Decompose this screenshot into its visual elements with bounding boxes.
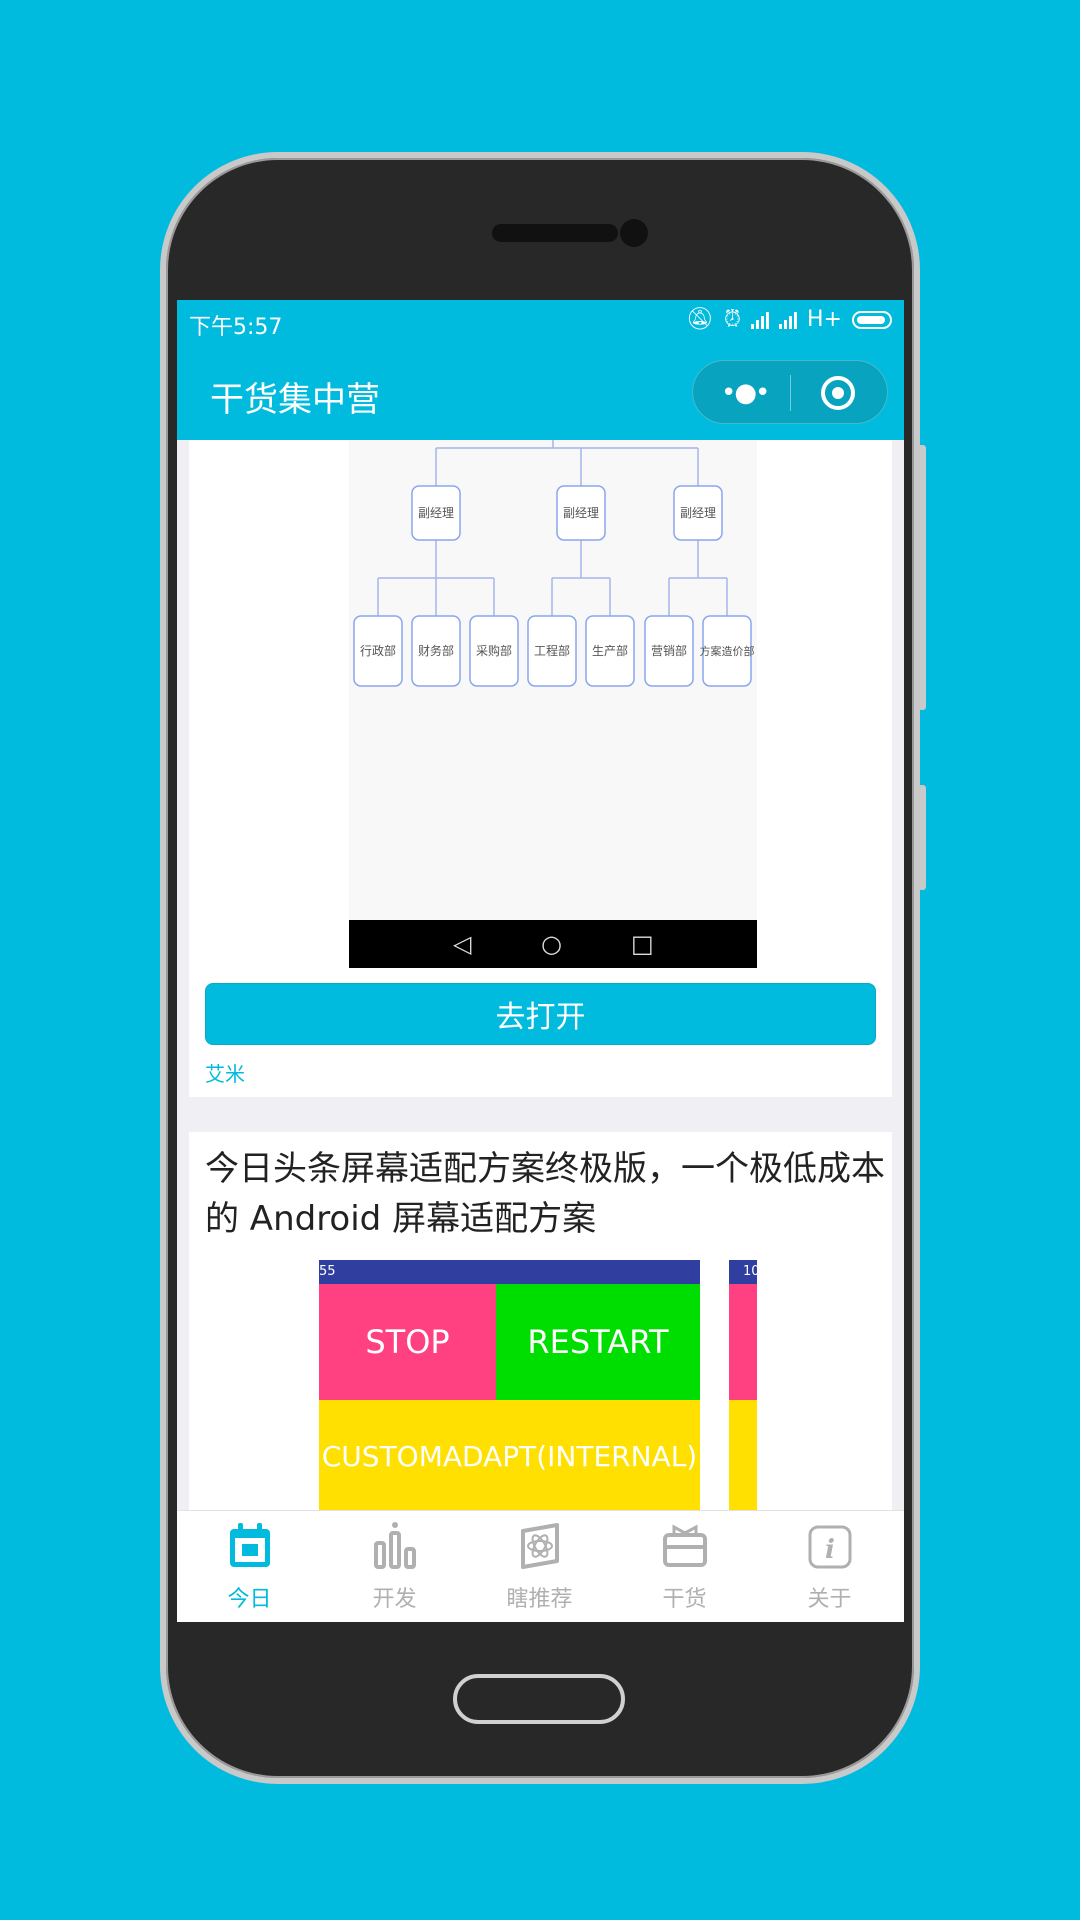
tab-about[interactable]: i 关于	[757, 1511, 902, 1622]
tab-label: 瞎推荐	[506, 1587, 573, 1612]
phone-screen: 下午5:57 🔕︎ ⏰︎ H+ 干货集中营 •●• 副经理 副经理 副经理 行政…	[177, 300, 904, 1622]
org-label: 生产部	[592, 643, 628, 658]
tab-label: 关于	[807, 1587, 852, 1612]
preview-status-time: 10	[743, 1264, 757, 1279]
tab-bar: 今日 开发 瞎推荐 干货 i 关于	[177, 1510, 904, 1622]
article-title[interactable]: 今日头条屏幕适配方案终极版，一个极低成本的 Android 屏幕适配方案	[205, 1144, 885, 1244]
tab-label: 开发	[372, 1587, 417, 1612]
home-circle-icon: ○	[541, 930, 562, 958]
battery-icon	[852, 310, 892, 329]
mute-icon: 🔕︎	[685, 307, 714, 332]
feed[interactable]: 副经理 副经理 副经理 行政部 财务部 采购部 工程部 生产部 营销部 方案造价…	[177, 440, 904, 1510]
org-label: 营销部	[651, 643, 687, 658]
gift-box-icon	[663, 1524, 707, 1567]
alarm-icon: ⏰︎	[723, 307, 742, 332]
status-time: 下午5:57	[189, 315, 283, 340]
article-card[interactable]: 副经理 副经理 副经理 行政部 财务部 采购部 工程部 生产部 营销部 方案造价…	[189, 440, 892, 1097]
nav-bar: 干货集中营 •●•	[177, 344, 904, 440]
org-label: 财务部	[418, 643, 454, 658]
org-label: 副经理	[680, 506, 716, 520]
capsule-divider	[790, 375, 791, 411]
network-type: H+	[807, 307, 842, 332]
tab-label: 今日	[227, 1587, 272, 1612]
back-icon: ◁	[453, 930, 472, 958]
signal-icon	[751, 311, 770, 329]
preview-status-bar: 10	[729, 1260, 757, 1284]
front-camera	[620, 219, 648, 247]
preview-block	[729, 1400, 757, 1510]
restart-button-preview: RESTART	[496, 1284, 700, 1400]
bar-chart-icon	[374, 1522, 416, 1569]
article-preview-image: 副经理 副经理 副经理 行政部 财务部 采购部 工程部 生产部 营销部 方案造价…	[349, 440, 757, 968]
customadapt-button-preview: CUSTOMADAPT(INTERNAL)	[319, 1400, 700, 1510]
power-button	[918, 785, 926, 890]
info-icon: i	[808, 1525, 852, 1569]
close-miniprogram-icon[interactable]	[821, 376, 855, 410]
tab-label: 干货	[662, 1587, 707, 1612]
org-label: 副经理	[418, 506, 454, 520]
volume-button	[918, 445, 926, 710]
org-label: 工程部	[534, 643, 570, 658]
article-card[interactable]: 今日头条屏幕适配方案终极版，一个极低成本的 Android 屏幕适配方案 55 …	[189, 1132, 892, 1510]
more-icon[interactable]: •●•	[721, 378, 770, 408]
home-button[interactable]	[453, 1674, 625, 1724]
status-bar: 下午5:57 🔕︎ ⏰︎ H+	[177, 300, 904, 344]
author-link[interactable]: 艾米	[205, 1058, 245, 1087]
article-preview-image: 10	[729, 1260, 757, 1510]
org-label: 采购部	[476, 643, 512, 658]
android-nav-bar: ◁ ○ □	[349, 920, 757, 968]
open-button[interactable]: 去打开	[205, 983, 876, 1045]
stop-button-preview: STOP	[319, 1284, 496, 1400]
calendar-icon	[230, 1523, 270, 1567]
tab-recommend[interactable]: 瞎推荐	[467, 1511, 612, 1622]
preview-block	[729, 1284, 757, 1400]
tab-goods[interactable]: 干货	[612, 1511, 757, 1622]
org-label: 行政部	[360, 643, 396, 658]
svg-text:i: i	[825, 1535, 835, 1565]
org-chart: 副经理 副经理 副经理 行政部 财务部 采购部 工程部 生产部 营销部 方案造价…	[353, 440, 755, 687]
preview-status-time: 55	[319, 1264, 336, 1279]
earpiece-speaker	[492, 224, 618, 242]
tab-today[interactable]: 今日	[177, 1511, 322, 1622]
atom-icon	[521, 1523, 559, 1569]
miniprogram-capsule: •●•	[692, 360, 888, 424]
tab-dev[interactable]: 开发	[322, 1511, 467, 1622]
org-label: 副经理	[563, 506, 599, 520]
preview-status-bar: 55	[319, 1260, 700, 1284]
page-title: 干货集中营	[210, 380, 380, 420]
signal-icon	[779, 311, 798, 329]
recents-icon: □	[631, 930, 654, 958]
article-preview-image: 55 STOP RESTART CUSTOMADAPT(INTERNAL)	[319, 1260, 700, 1510]
org-label: 方案造价部	[700, 644, 755, 658]
